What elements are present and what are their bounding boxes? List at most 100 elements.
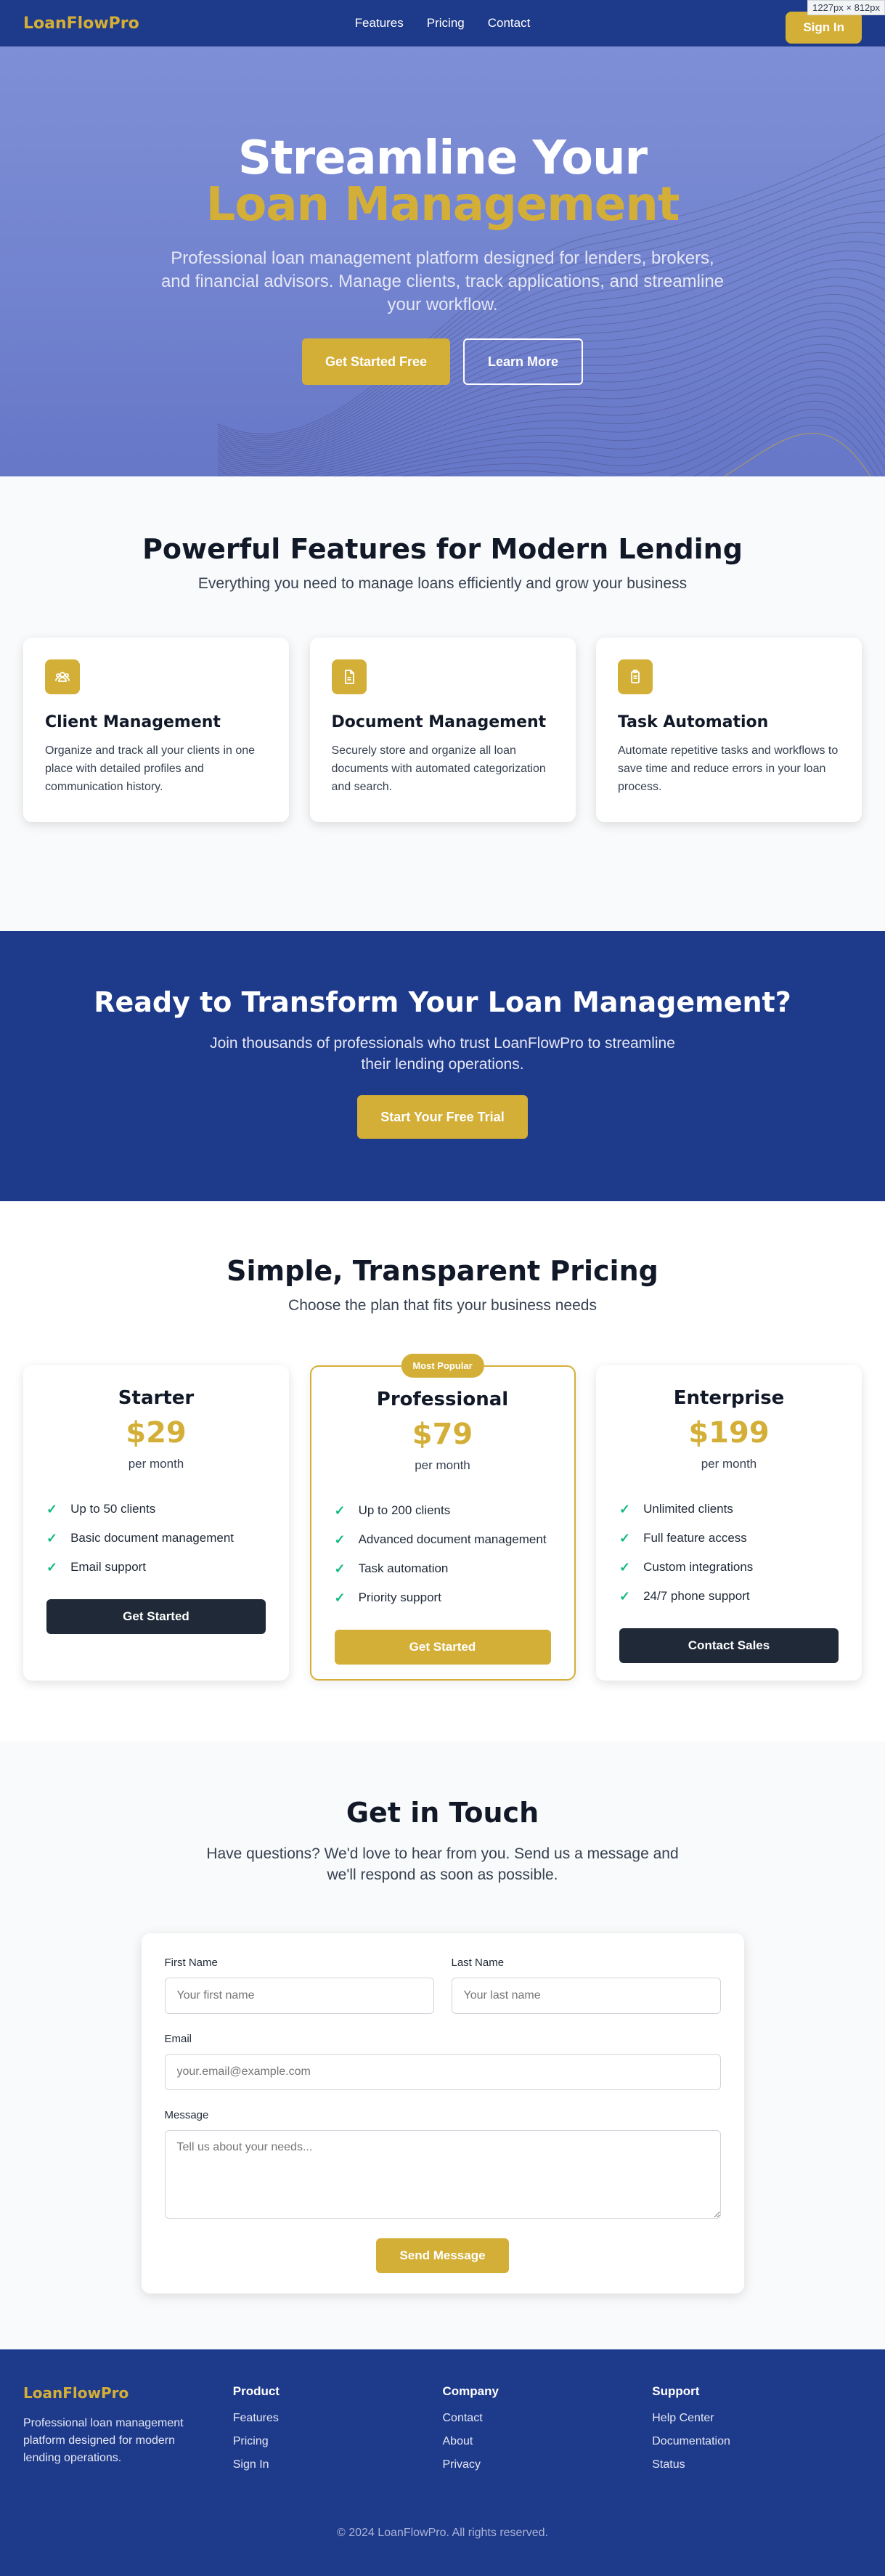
plan-period: per month: [128, 1457, 184, 1471]
form-actions: Send Message: [165, 2238, 721, 2273]
contact-sales-button[interactable]: Contact Sales: [619, 1628, 839, 1663]
message-label: Message: [164, 2109, 209, 2121]
footer-link-pricing[interactable]: Pricing: [233, 2435, 443, 2458]
first-name-group: First Name: [164, 1957, 434, 2014]
last-name-group: Last Name: [451, 1957, 721, 2014]
most-popular-badge: Most Popular: [401, 1354, 484, 1378]
contact-title: Get in Touch: [346, 1797, 539, 1829]
footer-columns: LoanFlowPro Professional loan management…: [23, 2384, 862, 2482]
footer-link-about[interactable]: About: [443, 2435, 653, 2458]
clipboard-icon: [618, 659, 653, 694]
brand-logo[interactable]: LoanFlowPro: [23, 15, 139, 33]
plan-feature-label: 24/7 phone support: [643, 1589, 750, 1603]
feature-cards: Client Management Organize and track all…: [0, 638, 885, 822]
feature-description: Securely store and organize all loan doc…: [331, 744, 546, 793]
starter-get-started-button[interactable]: Get Started: [46, 1599, 266, 1634]
contact-section: Get in Touch Have questions? We'd love t…: [0, 1742, 885, 2349]
check-icon: ✓: [334, 1532, 346, 1547]
contact-subtitle: Have questions? We'd love to hear from y…: [206, 1845, 679, 1883]
plan-price: $29: [126, 1416, 187, 1450]
send-message-button[interactable]: Send Message: [376, 2238, 509, 2273]
plan-feature: ✓ Basic document management: [46, 1524, 266, 1553]
first-name-label: First Name: [164, 1957, 218, 1969]
email-label: Email: [164, 2033, 192, 2045]
feature-description: Automate repetitive tasks and workflows …: [618, 744, 839, 793]
plan-feature: ✓ Task automation: [335, 1554, 551, 1583]
plan-card-starter: Starter $29 per month ✓ Up to 50 clients …: [23, 1365, 289, 1681]
pricing-title: Simple, Transparent Pricing: [227, 1255, 658, 1287]
footer-copyright: © 2024 LoanFlowPro. All rights reserved.: [336, 2527, 549, 2539]
footer-link-documentation[interactable]: Documentation: [652, 2435, 862, 2458]
hero-section: Streamline Your Loan Management Professi…: [0, 46, 885, 476]
footer-support-column: Support Help Center Documentation Status: [652, 2384, 862, 2482]
check-icon: ✓: [46, 1530, 58, 1545]
check-icon: ✓: [619, 1588, 631, 1604]
footer-product-heading: Product: [232, 2384, 280, 2398]
message-textarea[interactable]: [164, 2130, 721, 2219]
plan-card-professional: Most Popular Professional $79 per month …: [309, 1354, 576, 1681]
footer-logo[interactable]: LoanFlowPro: [23, 2384, 233, 2402]
pricing-section: Simple, Transparent Pricing Choose the p…: [0, 1201, 885, 1742]
footer-link-status[interactable]: Status: [652, 2458, 862, 2482]
plan-feature: ✓ Email support: [46, 1553, 266, 1582]
contact-form: First Name Last Name Email Message Send …: [141, 1933, 744, 2293]
plan-price: $79: [412, 1418, 473, 1451]
plan-feature-label: Full feature access: [643, 1531, 747, 1545]
plan-feature: ✓ Up to 200 clients: [335, 1496, 551, 1525]
wave-line: [347, 376, 885, 476]
plan-features: ✓ Unlimited clients ✓ Full feature access …: [619, 1495, 839, 1611]
hero-title-line2: Loan Management: [205, 178, 680, 232]
check-icon: ✓: [334, 1561, 346, 1576]
footer-link-privacy[interactable]: Privacy: [443, 2458, 653, 2482]
plan-feature-label: Advanced document management: [358, 1532, 547, 1546]
plan-name: Enterprise: [673, 1387, 785, 1409]
feature-card-task-automation: Task Automation Automate repetitive task…: [596, 638, 862, 822]
plan-feature-label: Basic document management: [70, 1531, 234, 1545]
footer-support-heading: Support: [652, 2384, 700, 2398]
plan-feature-label: Custom integrations: [643, 1560, 754, 1574]
cta-subtitle: Join thousands of professionals who trus…: [210, 1035, 675, 1073]
check-icon: ✓: [334, 1503, 346, 1518]
nav-links: Features Pricing Contact: [355, 16, 531, 31]
footer-description: Professional loan management platform de…: [23, 2417, 184, 2464]
dimension-badge: 1227px × 812px: [807, 0, 885, 15]
cta-section: Ready to Transform Your Loan Management?…: [0, 931, 885, 1201]
footer-link-contact[interactable]: Contact: [443, 2412, 653, 2435]
last-name-input[interactable]: [451, 1978, 721, 2014]
plan-features: ✓ Up to 50 clients ✓ Basic document manage…: [46, 1495, 266, 1582]
professional-get-started-button[interactable]: Get Started: [334, 1630, 551, 1665]
footer: LoanFlowPro Professional loan management…: [0, 2349, 885, 2576]
check-icon: ✓: [46, 1559, 58, 1575]
first-name-input[interactable]: [164, 1978, 434, 2014]
plan-feature-label: Up to 200 clients: [358, 1503, 451, 1517]
last-name-label: Last Name: [451, 1957, 505, 1969]
feature-card-client-management: Client Management Organize and track all…: [23, 638, 289, 822]
pricing-subtitle: Choose the plan that fits your business …: [288, 1297, 597, 1314]
nav-link-pricing[interactable]: Pricing: [427, 16, 465, 31]
footer-link-help-center[interactable]: Help Center: [652, 2412, 862, 2435]
email-input[interactable]: [164, 2054, 721, 2090]
plan-period: per month: [701, 1457, 757, 1471]
nav-link-contact[interactable]: Contact: [488, 16, 531, 31]
plan-feature-label: Unlimited clients: [643, 1502, 733, 1516]
plan-feature-label: Up to 50 clients: [70, 1502, 156, 1516]
hero-title-line1: Streamline Your: [237, 131, 648, 185]
nav-link-features[interactable]: Features: [355, 16, 404, 31]
get-started-free-button[interactable]: Get Started Free: [301, 338, 450, 385]
plan-feature-label: Email support: [70, 1560, 147, 1574]
sign-in-button[interactable]: Sign In: [786, 12, 862, 44]
plan-feature: ✓ Full feature access: [619, 1524, 839, 1553]
top-navbar: LoanFlowPro Features Pricing Contact Sig…: [0, 0, 885, 46]
plan-feature-label: Task automation: [358, 1561, 449, 1575]
document-icon: [331, 659, 367, 694]
footer-link-features[interactable]: Features: [233, 2412, 443, 2435]
check-icon: ✓: [619, 1501, 631, 1516]
feature-title: Client Management: [45, 713, 221, 731]
footer-link-sign-in[interactable]: Sign In: [233, 2458, 443, 2482]
feature-title: Task Automation: [618, 713, 769, 731]
learn-more-button[interactable]: Learn More: [463, 338, 584, 385]
plan-card-enterprise: Enterprise $199 per month ✓ Unlimited cli…: [596, 1365, 862, 1681]
start-free-trial-button[interactable]: Start Your Free Trial: [357, 1095, 528, 1139]
feature-description: Organize and track all your clients in o…: [45, 744, 256, 793]
users-icon: [45, 659, 80, 694]
